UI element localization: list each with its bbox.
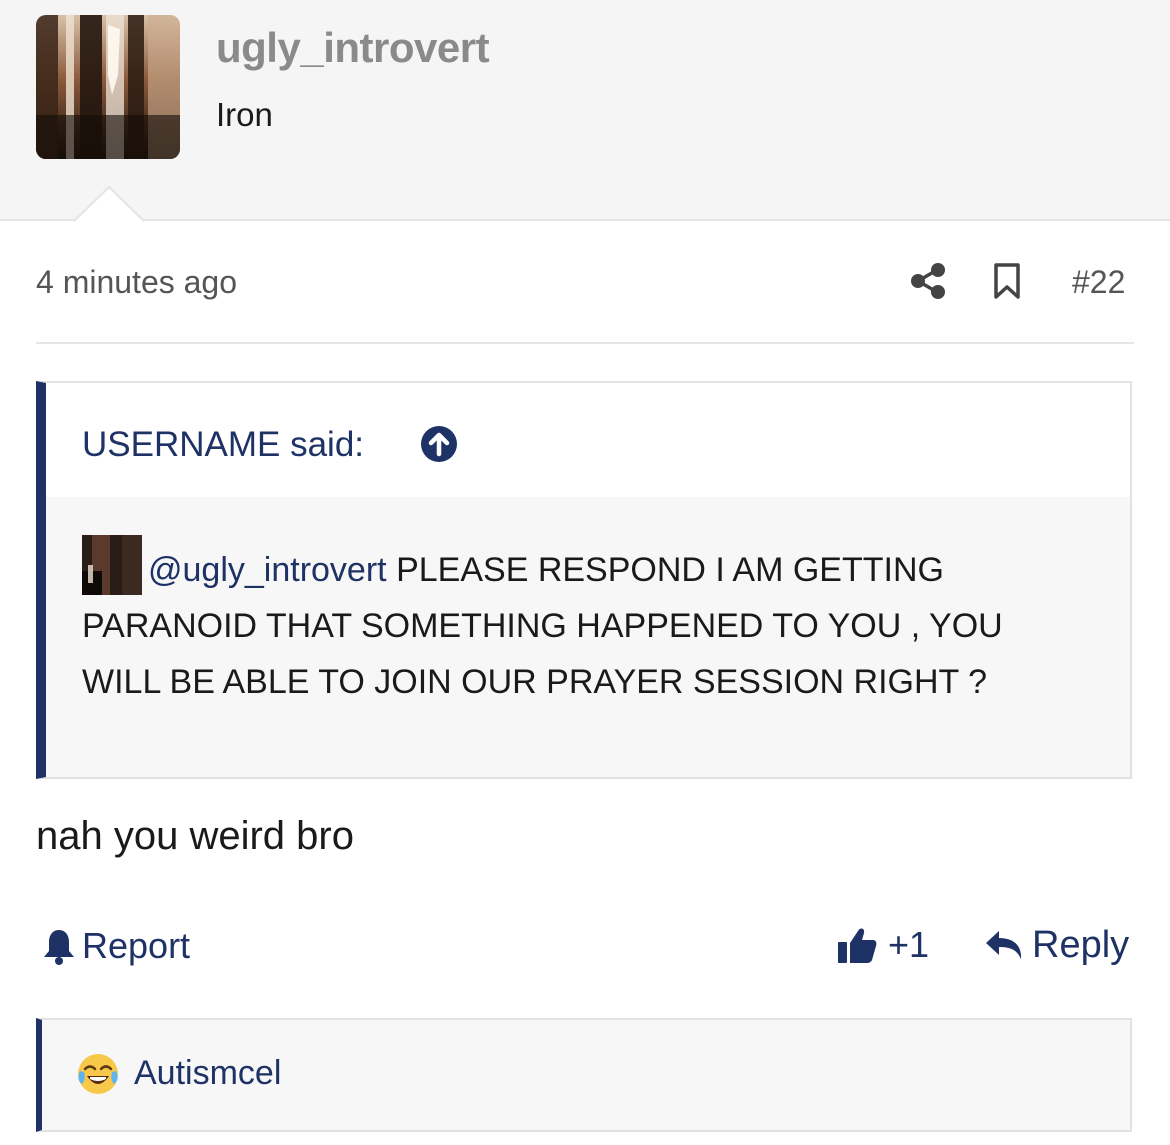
header-pointer-caret	[74, 186, 144, 222]
share-button[interactable]	[910, 262, 946, 300]
post-author-header: ugly_introvert Iron	[0, 0, 1170, 221]
quote-text: @ugly_introvert PLEASE RESPOND I AM GETT…	[82, 535, 1062, 710]
post-number-link[interactable]: #22	[1072, 264, 1125, 301]
bell-icon	[44, 930, 74, 965]
like-count: +1	[888, 924, 930, 965]
reply-label: Reply	[1032, 923, 1130, 966]
quote-block: USERNAME said: @ugly_introvert PLEASE RE…	[36, 381, 1132, 779]
quote-header: USERNAME said:	[46, 383, 1130, 497]
reply-button[interactable]: Reply	[984, 922, 1129, 968]
bookmark-button[interactable]	[992, 262, 1022, 300]
post-body-text: nah you weird bro	[36, 814, 354, 858]
mention-link[interactable]: @ugly_introvert	[148, 551, 387, 589]
like-button[interactable]: +1	[836, 922, 929, 968]
meta-divider	[36, 342, 1134, 344]
reactions-bar[interactable]: Autismcel	[36, 1018, 1132, 1132]
author-username[interactable]: ugly_introvert	[216, 24, 490, 72]
tears-of-joy-face-icon	[78, 1054, 118, 1094]
post-timestamp[interactable]: 4 minutes ago	[36, 264, 237, 301]
quote-content: @ugly_introvert PLEASE RESPOND I AM GETT…	[46, 497, 1130, 777]
quote-author-link[interactable]: USERNAME said:	[82, 425, 364, 465]
mention-avatar	[82, 535, 142, 595]
share-icon	[911, 263, 945, 299]
report-label: Report	[82, 925, 191, 966]
author-avatar[interactable]	[36, 15, 180, 159]
reaction-user-link[interactable]: Autismcel	[134, 1054, 281, 1093]
bookmark-icon	[994, 263, 1020, 299]
thumbs-up-icon	[838, 928, 877, 963]
author-user-title: Iron	[216, 96, 273, 133]
avatar-image	[36, 15, 180, 159]
arrow-up-circle-icon[interactable]	[420, 425, 458, 463]
reply-arrow-icon	[986, 931, 1022, 959]
report-button[interactable]: Report	[42, 924, 190, 968]
